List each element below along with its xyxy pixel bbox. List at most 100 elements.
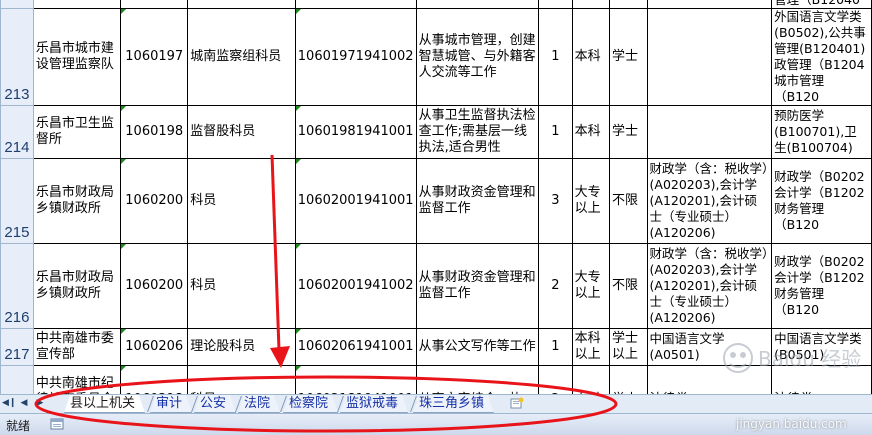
cell-duty[interactable]: 从事卫生监督执法检查工作;需基层一线执法,适合男性 <box>415 105 540 159</box>
cell-major-junior[interactable]: 财政学（含：税收学）(A020203),会计学(A120201),会计硕士（专业… <box>646 243 773 329</box>
status-bar: 就绪 jingyan.baidu.com <box>0 413 872 435</box>
cell-edu[interactable] <box>571 0 611 9</box>
cell-duty[interactable]: 从事城市管理，创建智慧城管、与外籍客人交流等工作 <box>415 8 540 106</box>
row-header[interactable] <box>0 0 34 9</box>
cell-pos-code[interactable]: 10601971941002 <box>294 8 417 106</box>
cell-code[interactable] <box>120 0 189 9</box>
cell-duty[interactable]: 从事财政资金管理和监督工作 <box>415 243 540 329</box>
cell-pos-code[interactable]: 10601981941001 <box>294 105 417 159</box>
cell-major-grad[interactable]: 财政学（B0202会计学（B1202财务管理（B120 <box>771 158 872 244</box>
tab-court[interactable]: 法院 <box>238 395 280 413</box>
cell-degree[interactable]: 学士以上 <box>609 328 648 366</box>
watermark-url: jingyan.baidu.com <box>736 417 847 431</box>
cell-edu[interactable]: 大专以上 <box>571 243 611 329</box>
tab-prison-rehab[interactable]: 监狱戒毒 <box>340 395 408 413</box>
cell-major-grad[interactable]: 中国语言文学类(B0501) <box>771 328 872 366</box>
row-header[interactable]: 214 <box>0 105 34 159</box>
insert-sheet-icon[interactable] <box>510 397 524 410</box>
cell-edu[interactable]: 本科 <box>571 8 611 106</box>
cell-major-grad[interactable]: 法律类 <box>771 365 872 394</box>
cell-code[interactable]: 1060200 <box>120 158 189 244</box>
cell-count[interactable]: 1 <box>538 105 573 159</box>
table-row: 中共南雄市纪律检查委员会（南雄 1060218 科员 1060218194100… <box>0 365 872 394</box>
cell-position[interactable]: 科员 <box>187 365 296 394</box>
cell-position[interactable]: 理论股科员 <box>187 328 296 366</box>
cell-major-junior[interactable]: 中国语言文学(A0501) <box>646 328 773 366</box>
cell-position[interactable]: 科员 <box>187 243 296 329</box>
first-sheet-icon[interactable]: ◀❙ <box>2 397 16 410</box>
status-ready-text: 就绪 <box>6 419 31 433</box>
tab-public-security[interactable]: 公安 <box>194 395 236 413</box>
sheet-tab-bar: ◀❙ ◀ ▶ 县以上机关 审计 公安 法院 检察院 监狱戒毒 珠三角乡镇 <box>0 394 872 413</box>
next-sheet-icon[interactable]: ▶ <box>34 397 46 410</box>
data-grid[interactable]: 管理（B12040 213 乐昌市城市建设管理监察队 1060197 城南监察组… <box>0 0 872 394</box>
cell-unit[interactable]: 乐昌市财政局乡镇财政所 <box>32 243 122 329</box>
cell-degree[interactable]: 学士 <box>609 105 648 159</box>
row-header[interactable]: 216 <box>0 243 34 329</box>
cell-major-junior[interactable]: 财政学（含：税收学）(A020203),会计学(A120201),会计硕士（专业… <box>646 158 773 244</box>
cell-degree[interactable]: 学士 <box>609 365 648 394</box>
cell-position[interactable]: 科员 <box>187 158 296 244</box>
cell-degree[interactable]: 学士 <box>609 8 648 106</box>
cell-degree[interactable]: 不限 <box>609 243 648 329</box>
cell-position[interactable]: 城南监察组科员 <box>187 8 296 106</box>
cell-major-grad[interactable]: 外国语言文学类(B0502),公共事管理(B120401)政管理（B1204城市… <box>771 8 872 106</box>
cell-count[interactable]: 1 <box>538 328 573 366</box>
cell-count[interactable]: 2 <box>538 243 573 329</box>
cell-pos-code[interactable]: 10602181941001 <box>294 365 417 394</box>
cell-major-grad[interactable]: 管理（B12040 <box>771 0 872 9</box>
tab-procuratorate[interactable]: 检察院 <box>283 395 338 413</box>
cell-count[interactable] <box>538 0 573 9</box>
cell-major-junior[interactable] <box>646 0 773 9</box>
table-row: 215 乐昌市财政局乡镇财政所 1060200 科员 1060200194100… <box>0 158 872 244</box>
cell-unit[interactable]: 乐昌市卫生监督所 <box>32 105 122 159</box>
cell-code[interactable]: 1060218 <box>120 365 189 394</box>
cell-code[interactable]: 1060198 <box>120 105 189 159</box>
cell-unit[interactable]: 中共南雄市纪律检查委员会（南雄 <box>32 365 122 394</box>
cell-duty[interactable] <box>415 0 540 9</box>
cell-degree[interactable] <box>609 0 648 9</box>
row-header[interactable]: 217 <box>0 328 34 366</box>
table-row: 213 乐昌市城市建设管理监察队 1060197 城南监察组科员 1060197… <box>0 8 872 106</box>
cell-unit[interactable]: 乐昌市城市建设管理监察队 <box>32 8 122 106</box>
cell-code[interactable]: 1060200 <box>120 243 189 329</box>
cell-edu[interactable]: 本科 <box>571 105 611 159</box>
cell-major-junior[interactable] <box>646 105 773 159</box>
tab-audit[interactable]: 审计 <box>150 395 192 413</box>
cell-pos-code[interactable] <box>294 0 417 9</box>
cell-pos-code[interactable]: 10602001941002 <box>294 243 417 329</box>
table-row: 217 中共南雄市委宣传部 1060206 理论股科员 106020619410… <box>0 328 872 366</box>
tab-county-organs[interactable]: 县以上机关 <box>64 395 145 413</box>
cell-count[interactable]: 3 <box>538 158 573 244</box>
table-row: 管理（B12040 <box>0 0 872 9</box>
cell-code[interactable]: 1060197 <box>120 8 189 106</box>
cell-count[interactable]: 1 <box>538 8 573 106</box>
cell-pos-code[interactable]: 10602061941001 <box>294 328 417 366</box>
cell-unit[interactable]: 中共南雄市委宣传部 <box>32 328 122 366</box>
cell-major-junior[interactable]: 法律类 <box>646 365 773 394</box>
cell-unit[interactable] <box>32 0 122 9</box>
cell-code[interactable]: 1060206 <box>120 328 189 366</box>
row-header[interactable] <box>0 365 34 394</box>
prev-sheet-icon[interactable]: ◀ <box>18 397 30 410</box>
cell-edu[interactable]: 本科 <box>571 365 611 394</box>
cell-major-grad[interactable]: 财政学（B0202会计学（B1202财务管理（B120 <box>771 243 872 329</box>
cell-count[interactable]: 2 <box>538 365 573 394</box>
cell-degree[interactable]: 不限 <box>609 158 648 244</box>
record-macro-icon[interactable] <box>50 417 64 431</box>
tab-prd-towns[interactable]: 珠三角乡镇 <box>413 395 494 413</box>
cell-unit[interactable]: 乐昌市财政局乡镇财政所 <box>32 158 122 244</box>
cell-duty[interactable]: 从事文字综合，执 <box>415 365 540 394</box>
row-header[interactable]: 215 <box>0 158 34 244</box>
cell-position[interactable] <box>187 0 296 9</box>
cell-position[interactable]: 监督股科员 <box>187 105 296 159</box>
cell-duty[interactable]: 从事公文写作等工作 <box>415 328 540 366</box>
row-header[interactable]: 213 <box>0 8 34 106</box>
cell-edu[interactable]: 本科以上 <box>571 328 611 366</box>
cell-major-grad[interactable]: 预防医学(B100701),卫生(B100704) <box>771 105 872 159</box>
cell-major-junior[interactable] <box>646 8 773 106</box>
spreadsheet-area[interactable]: 管理（B12040 213 乐昌市城市建设管理监察队 1060197 城南监察组… <box>0 0 872 394</box>
cell-edu[interactable]: 大专以上 <box>571 158 611 244</box>
cell-pos-code[interactable]: 10602001941001 <box>294 158 417 244</box>
cell-duty[interactable]: 从事财政资金管理和监督工作 <box>415 158 540 244</box>
